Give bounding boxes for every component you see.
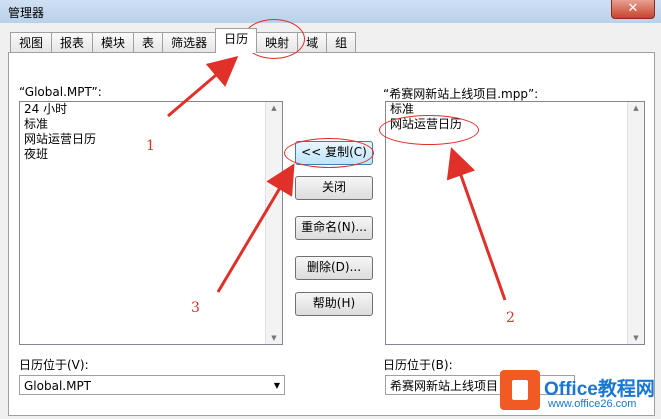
arrow-2 xyxy=(446,147,507,301)
watermark: Office教程网 www.office26.com xyxy=(496,364,661,419)
annotation-arrows xyxy=(167,56,507,301)
watermark-url: www.office26.com xyxy=(548,398,637,410)
annotation-3: 3 xyxy=(191,300,200,316)
annotation-2: 2 xyxy=(506,310,515,326)
arrow-1 xyxy=(167,56,239,118)
annotation-1: 1 xyxy=(146,138,155,154)
office-logo-icon xyxy=(500,370,540,410)
tab-calendars[interactable]: 日历 xyxy=(215,28,258,53)
arrow-3 xyxy=(216,163,295,293)
watermark-title: Office教程网 xyxy=(544,379,655,400)
